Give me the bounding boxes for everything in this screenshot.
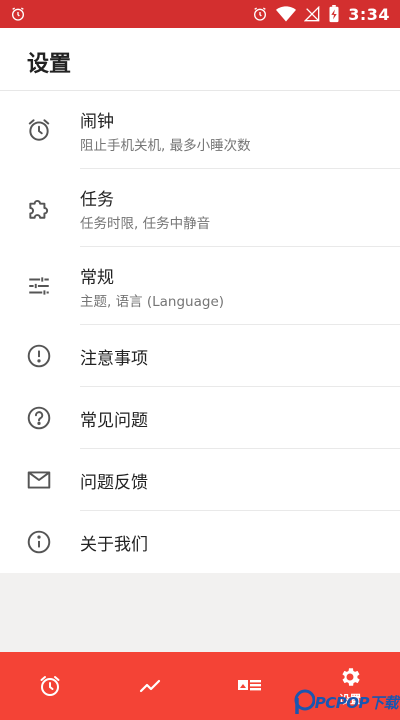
settings-item-subtitle: 任务时限, 任务中静音	[80, 216, 211, 232]
help-circle-icon	[27, 406, 51, 430]
alarm-icon	[12, 7, 24, 21]
status-time: 3:34	[348, 4, 390, 24]
alarm-icon	[40, 676, 60, 696]
alarm-clock-icon	[28, 119, 50, 141]
puzzle-icon	[29, 200, 49, 219]
settings-item-task[interactable]: 任务 任务时限, 任务中静音	[0, 169, 400, 247]
status-bar: 3:34	[0, 0, 400, 28]
settings-item-title: 关于我们	[80, 535, 148, 555]
settings-item-faq[interactable]: 常见问题	[0, 387, 400, 449]
tune-icon	[29, 277, 49, 295]
nav-alarms[interactable]	[0, 652, 100, 720]
alarm-icon	[254, 7, 267, 21]
settings-item-title: 问题反馈	[80, 473, 148, 493]
settings-item-subtitle: 主题, 语言 (Language)	[80, 294, 225, 310]
mail-icon	[27, 471, 51, 489]
alert-circle-icon	[27, 344, 51, 368]
settings-item-title: 注意事项	[80, 349, 148, 369]
settings-item-title: 常见问题	[80, 411, 148, 431]
watermark-logo-icon	[294, 689, 315, 714]
settings-item-notes[interactable]: 注意事项	[0, 325, 400, 387]
settings-item-general[interactable]: 常规 主题, 语言 (Language)	[0, 247, 400, 325]
info-circle-icon	[27, 530, 51, 554]
trending-icon	[139, 679, 161, 693]
settings-item-feedback[interactable]: 问题反馈	[0, 449, 400, 511]
page-title: 设置	[27, 52, 72, 77]
nav-stats[interactable]	[100, 652, 200, 720]
wifi-icon	[276, 6, 297, 22]
settings-item-title: 任务	[80, 190, 114, 210]
nav-news[interactable]	[200, 652, 300, 720]
app-bar: 设置	[0, 28, 400, 91]
settings-item-alarm[interactable]: 闹钟 阻止手机关机, 最多小睡次数	[0, 91, 400, 169]
watermark-text: PCPOP下载	[314, 693, 399, 712]
gear-icon	[342, 668, 360, 686]
settings-item-subtitle: 阻止手机关机, 最多小睡次数	[80, 138, 251, 154]
news-card-icon	[238, 680, 261, 691]
bottom-nav: 设置 PCPOP下载	[0, 652, 400, 720]
settings-list: 闹钟 阻止手机关机, 最多小睡次数 任务 任务时限, 任务中静音 常规 主题, …	[0, 91, 400, 573]
settings-item-about[interactable]: 关于我们	[0, 511, 400, 573]
settings-item-title: 闹钟	[80, 112, 114, 132]
watermark: PCPOP下载	[293, 688, 399, 716]
settings-item-title: 常规	[80, 268, 114, 288]
battery-charging-icon	[329, 5, 339, 23]
no-signal-icon	[304, 6, 320, 22]
